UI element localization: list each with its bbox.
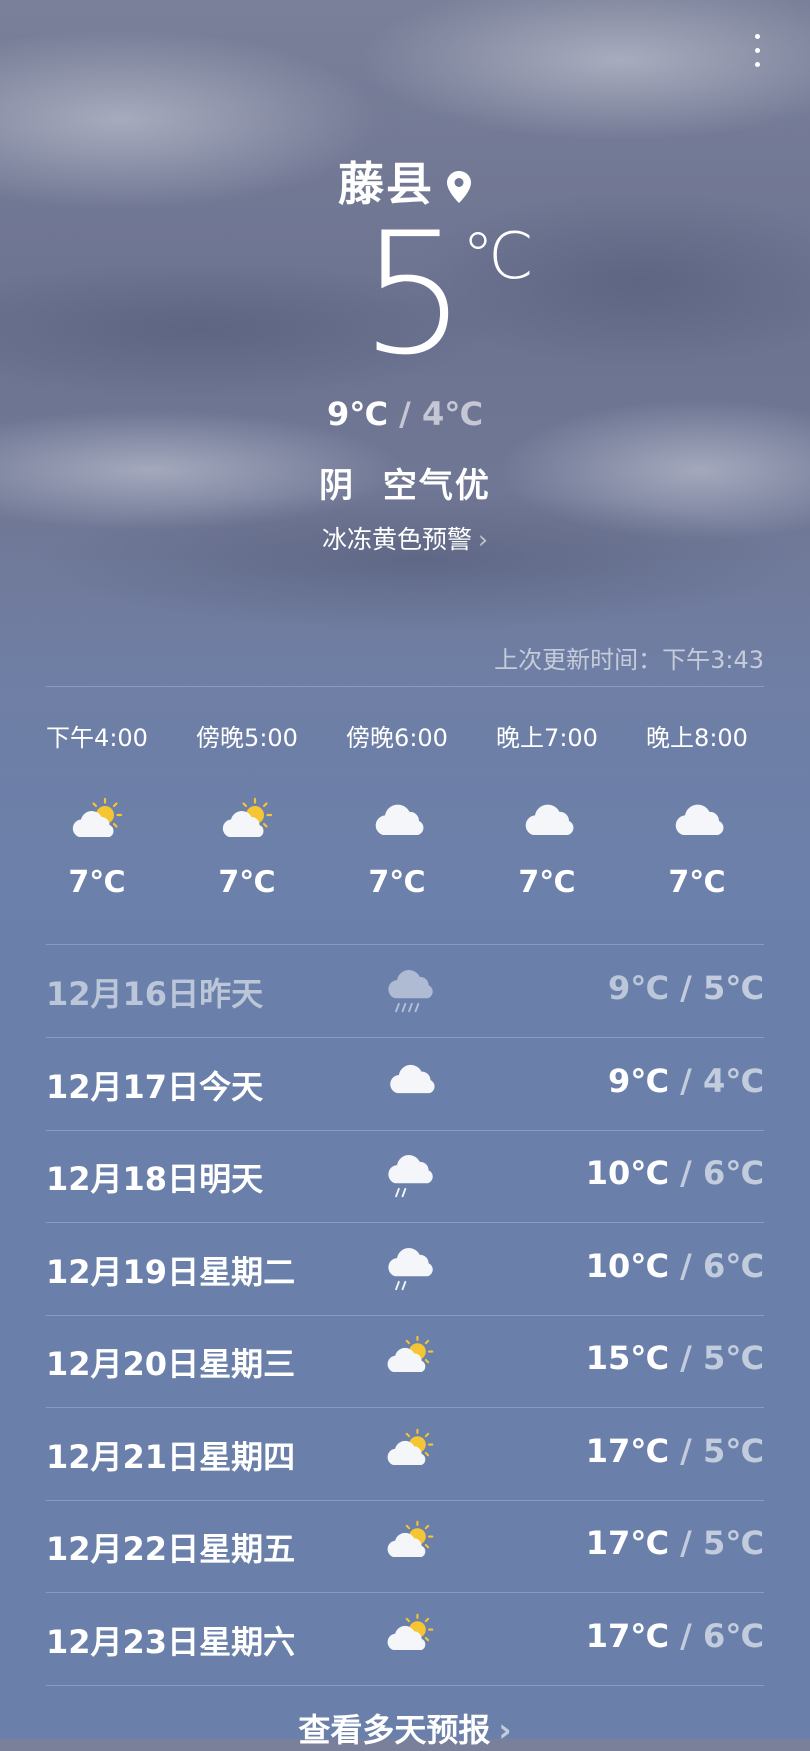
- day-high: 17℃: [585, 1431, 670, 1470]
- hourly-item: 晚: [772, 718, 810, 865]
- cloudy-icon: [472, 795, 622, 845]
- hour-temp: 7℃: [68, 865, 126, 900]
- day-high-low: 17℃ / 6℃: [585, 1616, 764, 1655]
- current-temperature: 5: [360, 196, 467, 392]
- day-low: 6℃: [702, 1246, 764, 1285]
- more-forecast-label: 查看多天预报: [298, 1711, 491, 1749]
- day-high-low: 17℃ / 5℃: [585, 1431, 764, 1470]
- hourly-item: 傍晚6:00 7℃: [322, 718, 472, 900]
- daily-row[interactable]: 12月22日星期五 17℃ / 5℃: [46, 1500, 764, 1592]
- partly-sunny-icon: [172, 795, 322, 845]
- day-date: 12月23日星期六: [46, 1622, 296, 1661]
- chevron-right-icon: ›: [498, 1711, 512, 1749]
- last-updated: 上次更新时间：下午3:43: [494, 646, 764, 674]
- hourly-forecast[interactable]: 下午4:00 7℃ 傍晚5:00 7℃ 傍晚6:00 7℃ 晚上7:00 7℃ 晚上8:00 7℃…: [0, 718, 810, 918]
- day-high-low: 9℃ / 4℃: [608, 1061, 764, 1100]
- light-rain-icon: [382, 1241, 438, 1293]
- day-high-low: 9℃ / 5℃: [608, 969, 764, 1007]
- daily-row[interactable]: 12月17日今天 9℃ / 4℃: [46, 1038, 764, 1130]
- hour-time: 晚上8:00: [646, 724, 748, 752]
- partly-sunny-icon: [22, 795, 172, 845]
- day-date: 12月19日星期二: [46, 1252, 296, 1291]
- day-high-low: 10℃ / 6℃: [585, 1154, 764, 1192]
- hour-time: 傍晚5:00: [196, 724, 298, 752]
- day-high: 17℃: [585, 1524, 670, 1562]
- today-high: 9℃: [327, 395, 389, 433]
- cloudy-icon: [772, 795, 810, 845]
- day-date: 12月16日昨天: [46, 975, 264, 1013]
- day-date: 12月18日明天: [46, 1160, 264, 1198]
- cloudy-icon: [622, 795, 772, 845]
- day-low: 4℃: [702, 1061, 764, 1100]
- day-high-low: 15℃ / 5℃: [585, 1339, 764, 1377]
- rain-icon: [382, 963, 438, 1015]
- partly-sunny-icon: [382, 1611, 438, 1663]
- day-low: 5℃: [702, 1524, 764, 1562]
- hour-time: 傍晚6:00: [346, 724, 448, 752]
- hourly-item: 晚上8:00 7℃: [622, 718, 772, 900]
- hourly-item: 傍晚5:00 7℃: [172, 718, 322, 900]
- day-low: 5℃: [702, 1339, 764, 1377]
- partly-sunny-icon: [382, 1518, 438, 1570]
- day-low: 6℃: [702, 1616, 764, 1655]
- light-rain-icon: [382, 1148, 438, 1200]
- temperature-unit: ℃: [462, 220, 534, 294]
- hour-time: 晚: [772, 718, 810, 753]
- day-date: 12月17日今天: [46, 1067, 264, 1106]
- hour-temp: 7℃: [518, 865, 576, 900]
- hour-temp: 7℃: [668, 865, 726, 900]
- more-forecast-button[interactable]: 查看多天预报 ›: [0, 1705, 810, 1751]
- daily-row[interactable]: 12月23日星期六 17℃ / 6℃: [46, 1593, 764, 1685]
- day-high-low: 17℃ / 5℃: [585, 1524, 764, 1562]
- warning-text: 冰冻黄色预警: [321, 525, 472, 554]
- day-date: 12月20日星期三: [46, 1345, 296, 1383]
- today-high-low: 9℃ / 4℃: [327, 395, 483, 433]
- day-high: 10℃: [585, 1154, 670, 1192]
- condition-air-quality: 阴 空气优: [319, 466, 491, 506]
- day-high: 15℃: [585, 1339, 670, 1377]
- day-high: 9℃: [608, 1061, 670, 1100]
- today-low: 4℃: [421, 395, 483, 433]
- daily-row[interactable]: 12月19日星期二 10℃ / 6℃: [46, 1223, 764, 1315]
- day-date: 12月21日星期四: [46, 1437, 296, 1476]
- cloudy-icon: [322, 795, 472, 845]
- hour-time: 下午4:00: [46, 724, 148, 752]
- day-low: 5℃: [702, 969, 764, 1007]
- hour-temp: 7℃: [368, 865, 426, 900]
- daily-row[interactable]: 12月21日星期四 17℃ / 5℃: [46, 1408, 764, 1500]
- hourly-item: 晚上7:00 7℃: [472, 718, 622, 900]
- day-low: 5℃: [702, 1431, 764, 1470]
- weather-warning-link[interactable]: 冰冻黄色预警 ›: [0, 520, 810, 556]
- partly-sunny-icon: [382, 1426, 438, 1478]
- more-vertical-icon: [754, 34, 760, 39]
- day-high: 10℃: [585, 1246, 670, 1285]
- day-date: 12月22日星期五: [46, 1530, 296, 1568]
- more-menu-button[interactable]: [752, 34, 762, 78]
- chevron-right-icon: ›: [478, 525, 488, 554]
- daily-row[interactable]: 12月16日昨天 9℃ / 5℃: [46, 945, 764, 1037]
- daily-row[interactable]: 12月18日明天 10℃ / 6℃: [46, 1130, 764, 1222]
- divider: [46, 686, 764, 687]
- hour-temp: 7℃: [218, 865, 276, 900]
- cloudy-icon: [382, 1056, 438, 1108]
- hour-time: 晚上7:00: [496, 724, 598, 752]
- day-high-low: 10℃ / 6℃: [585, 1246, 764, 1285]
- daily-row[interactable]: 12月20日星期三 15℃ / 5℃: [46, 1315, 764, 1407]
- day-low: 6℃: [702, 1154, 764, 1192]
- day-high: 9℃: [608, 969, 670, 1007]
- hourly-item: 下午4:00 7℃: [22, 718, 172, 900]
- day-high: 17℃: [585, 1616, 670, 1655]
- partly-sunny-icon: [382, 1333, 438, 1385]
- divider: [46, 1684, 764, 1686]
